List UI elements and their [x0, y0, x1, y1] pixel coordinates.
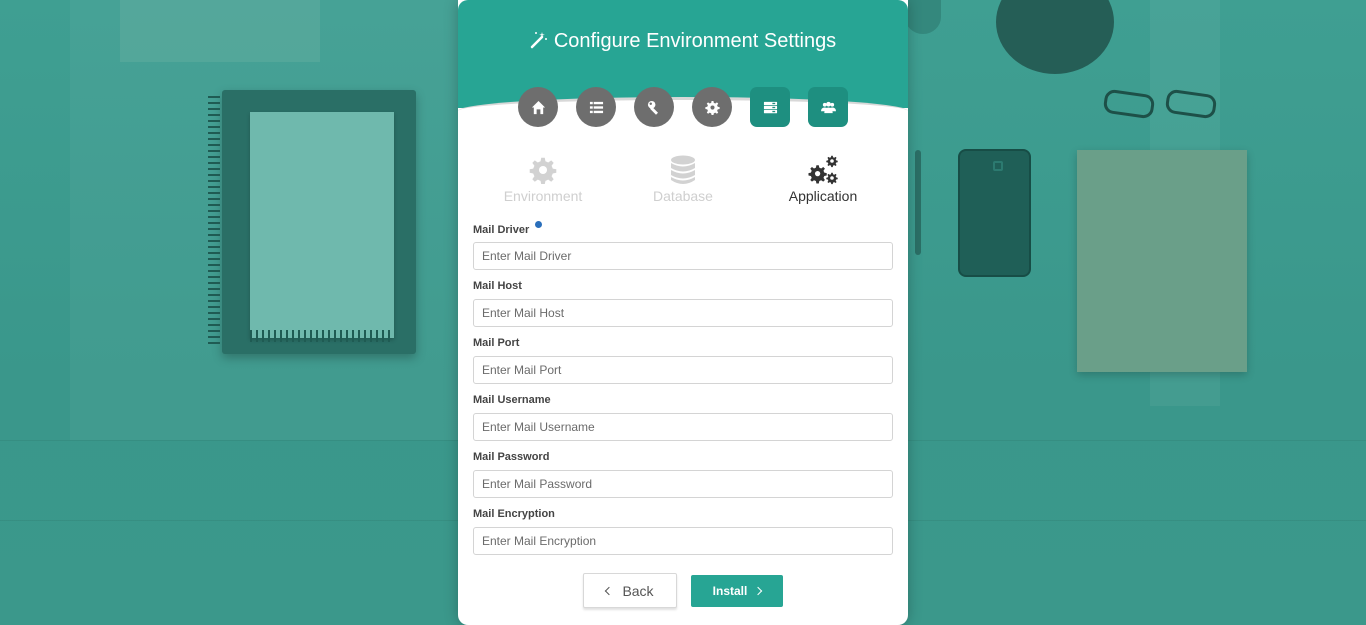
mail-driver-label: Mail Driver — [473, 221, 893, 237]
gear-icon — [704, 100, 720, 115]
mail-host-input[interactable] — [473, 299, 893, 327]
step-environment[interactable] — [750, 87, 790, 127]
step-settings[interactable] — [692, 87, 732, 127]
tab-label: Application — [788, 188, 858, 204]
install-button-label: Install — [712, 584, 748, 598]
tab-application[interactable]: Application — [753, 154, 893, 204]
background-notebook-spiral — [250, 330, 390, 342]
mail-encryption-label: Mail Encryption — [473, 508, 555, 520]
magic-wand-icon — [530, 31, 548, 55]
server-icon — [763, 101, 777, 113]
page-title-text: Configure Environment Settings — [553, 30, 837, 52]
users-icon — [820, 101, 836, 113]
mail-driver-input[interactable] — [473, 242, 893, 270]
background-book — [1077, 150, 1247, 372]
background-phone — [958, 149, 1031, 277]
mail-port-label: Mail Port — [473, 337, 520, 349]
background-book — [120, 0, 320, 62]
tab-environment[interactable]: Environment — [473, 154, 613, 204]
mail-driver-field: Mail Driver — [473, 221, 893, 270]
mail-settings-form: Mail Driver Mail Host Mail Port Mail Use… — [473, 220, 893, 563]
list-icon — [589, 101, 603, 113]
tab-label: Database — [653, 188, 713, 204]
install-button[interactable]: Install — [691, 575, 783, 607]
background-notebook-page — [250, 112, 394, 338]
page-title: Configure Environment Settings — [458, 30, 908, 55]
chevron-left-icon — [605, 586, 614, 595]
settings-tabs: Environment Database Application — [473, 154, 893, 204]
mail-port-field: Mail Port — [473, 335, 893, 384]
mail-password-label: Mail Password — [473, 451, 550, 463]
mail-username-label: Mail Username — [473, 394, 551, 406]
mail-password-field: Mail Password — [473, 449, 893, 498]
step-requirements[interactable] — [576, 87, 616, 127]
database-icon — [613, 154, 753, 186]
info-icon[interactable] — [535, 221, 543, 228]
step-indicator — [518, 87, 848, 127]
background-cup — [905, 0, 941, 34]
mail-username-field: Mail Username — [473, 392, 893, 441]
back-button[interactable]: Back — [583, 573, 677, 608]
chevron-right-icon — [754, 586, 763, 596]
background-teapot — [996, 0, 1114, 74]
mail-host-field: Mail Host — [473, 278, 893, 327]
form-actions: Back Install — [458, 573, 908, 608]
step-permissions[interactable] — [634, 87, 674, 127]
background-pen — [915, 150, 921, 255]
mail-encryption-input[interactable] — [473, 527, 893, 555]
mail-host-label: Mail Host — [473, 280, 522, 292]
background-glasses — [1100, 88, 1224, 122]
installer-card: Configure Environment Settings Environme… — [458, 0, 908, 625]
key-icon — [647, 100, 658, 115]
gear-icon — [473, 154, 613, 186]
gears-icon — [753, 154, 893, 186]
tab-label: Environment — [503, 188, 583, 204]
mail-encryption-field: Mail Encryption — [473, 506, 893, 555]
mail-username-input[interactable] — [473, 413, 893, 441]
back-button-label: Back — [622, 582, 654, 599]
mail-password-input[interactable] — [473, 470, 893, 498]
tab-database[interactable]: Database — [613, 154, 753, 204]
background-notebook-spiral — [208, 96, 220, 346]
step-users[interactable] — [808, 87, 848, 127]
mail-port-input[interactable] — [473, 356, 893, 384]
home-icon — [531, 100, 545, 114]
step-home[interactable] — [518, 87, 558, 127]
